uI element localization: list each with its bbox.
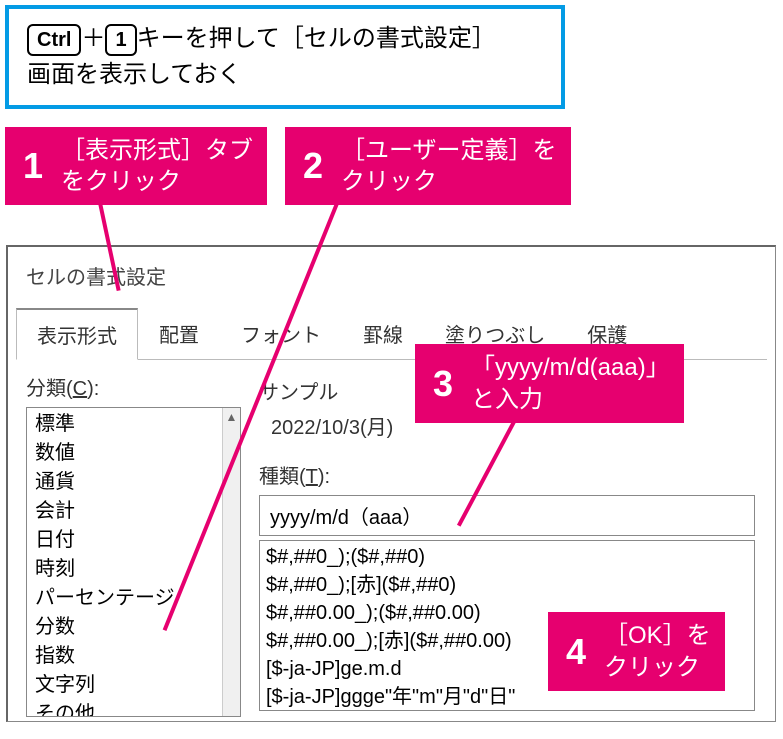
list-item[interactable]: 標準 bbox=[29, 410, 238, 439]
dialog-title: セルの書式設定 bbox=[8, 247, 775, 300]
callout-4-text: ［OK］を クリック bbox=[604, 612, 711, 690]
list-item[interactable]: 通貨 bbox=[29, 468, 238, 497]
list-item[interactable]: 指数 bbox=[29, 642, 238, 671]
list-item[interactable]: 会計 bbox=[29, 497, 238, 526]
list-item[interactable]: 時刻 bbox=[29, 555, 238, 584]
callout-1: 1 ［表示形式］タブ をクリック bbox=[5, 127, 267, 205]
callout-4-num: 4 bbox=[548, 621, 604, 683]
callout-4: 4 ［OK］を クリック bbox=[548, 612, 725, 690]
list-item[interactable]: 日付 bbox=[29, 526, 238, 555]
type-label: 種類(T): bbox=[259, 460, 765, 489]
instruction-text-2: 画面を表示しておく bbox=[27, 57, 543, 93]
callout-2: 2 ［ユーザー定義］を クリック bbox=[285, 127, 571, 205]
callout-row: 1 ［表示形式］タブ をクリック 2 ［ユーザー定義］を クリック bbox=[5, 127, 783, 205]
list-item[interactable]: $#,##0_);[赤]($#,##0) bbox=[266, 571, 748, 599]
category-listbox[interactable]: 標準 数値 通貨 会計 日付 時刻 パーセンテージ 分数 指数 文字列 その他 … bbox=[26, 407, 241, 717]
instruction-box: Ctrl＋1キーを押して［セルの書式設定］ 画面を表示しておく bbox=[5, 5, 565, 109]
list-item[interactable]: パーセンテージ bbox=[29, 584, 238, 613]
tab-font[interactable]: フォント bbox=[220, 308, 342, 359]
plus-sign: ＋ bbox=[81, 25, 105, 52]
tab-border[interactable]: 罫線 bbox=[342, 308, 424, 359]
key-1: 1 bbox=[105, 24, 136, 56]
callout-3-text: 「yyyy/m/d(aaa)」 と入力 bbox=[471, 344, 670, 422]
tab-alignment[interactable]: 配置 bbox=[138, 308, 220, 359]
callout-1-text: ［表示形式］タブ をクリック bbox=[61, 127, 253, 205]
callout-2-num: 2 bbox=[285, 135, 341, 197]
instruction-text-1: キーを押して［セルの書式設定］ bbox=[137, 25, 496, 52]
list-item[interactable]: $#,##0_);($#,##0) bbox=[266, 543, 748, 571]
key-ctrl: Ctrl bbox=[27, 24, 81, 56]
callout-2-text: ［ユーザー定義］を クリック bbox=[341, 127, 557, 205]
scroll-up-icon[interactable]: ▲ bbox=[223, 408, 240, 426]
list-item[interactable]: 数値 bbox=[29, 439, 238, 468]
callout-3-num: 3 bbox=[415, 353, 471, 415]
tab-number-format[interactable]: 表示形式 bbox=[16, 308, 138, 360]
category-label: 分類(C): bbox=[26, 372, 241, 401]
list-item[interactable]: その他 bbox=[29, 700, 238, 717]
callout-3: 3 「yyyy/m/d(aaa)」 と入力 bbox=[415, 344, 684, 422]
type-input[interactable] bbox=[259, 495, 755, 536]
list-item[interactable]: 分数 bbox=[29, 613, 238, 642]
callout-1-num: 1 bbox=[5, 135, 61, 197]
scrollbar[interactable]: ▲ bbox=[222, 408, 240, 716]
list-item[interactable]: 文字列 bbox=[29, 671, 238, 700]
